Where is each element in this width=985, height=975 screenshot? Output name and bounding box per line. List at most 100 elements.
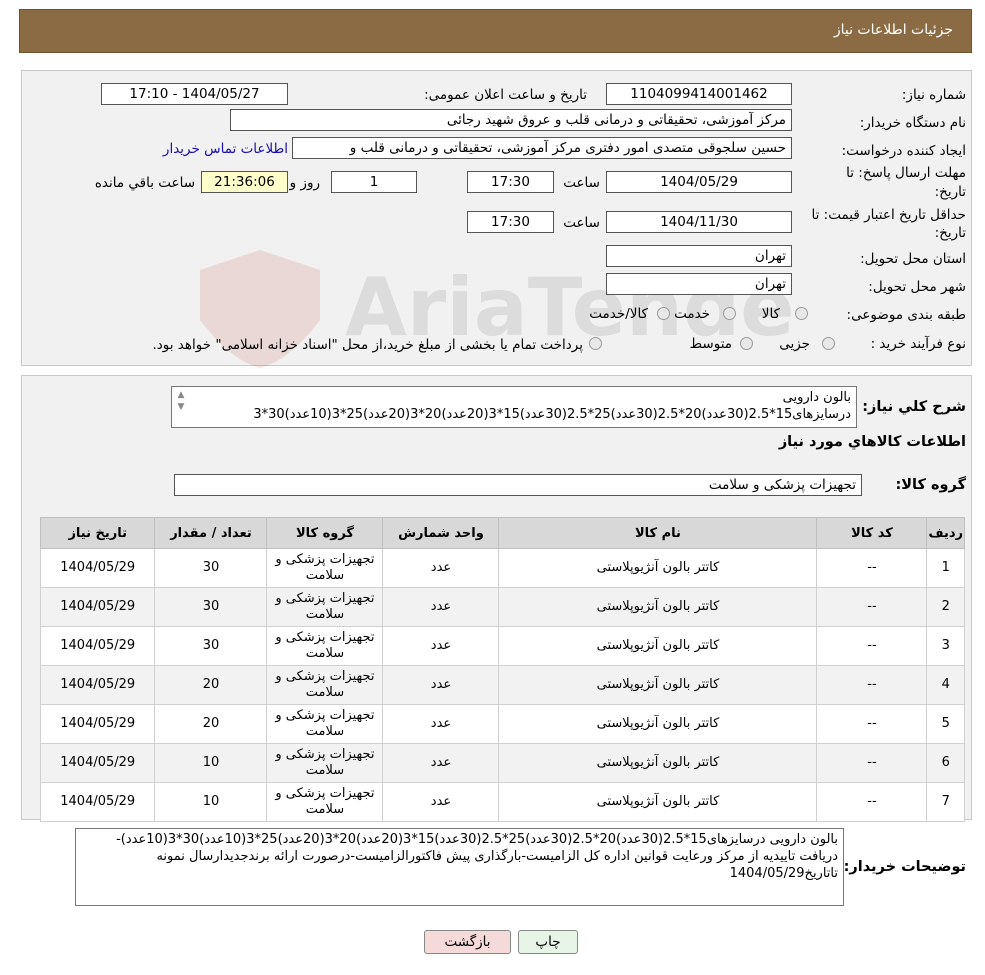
cell-group: تجهیزات پزشکی و سلامت [266, 587, 384, 627]
cell-name: کاتتر بالون آنژیوپلاستی [498, 704, 818, 744]
process-radio-treasury[interactable] [589, 337, 602, 350]
scroll-down-icon[interactable]: ▼ [175, 401, 187, 413]
need-number-field: 1104099414001462 [606, 83, 792, 105]
table-row: 3 -- کاتتر بالون آنژیوپلاستی عدد تجهیزات… [39, 626, 965, 666]
cell-unit: عدد [382, 743, 500, 783]
table-header-row: ردیف کد کالا نام کالا واحد شمارش گروه کا… [39, 517, 965, 549]
process-note: پرداخت تمام یا بخشی از مبلغ خرید،از محل … [152, 337, 583, 353]
process-label: نوع فرآیند خرید : [870, 336, 966, 352]
category-radio-goods[interactable] [795, 307, 808, 320]
category-option-goods: کالا [761, 306, 780, 322]
category-radio-service[interactable] [723, 307, 736, 320]
cell-name: کاتتر بالون آنژیوپلاستی [498, 626, 818, 666]
table-row: 1 -- کاتتر بالون آنژیوپلاستی عدد تجهیزات… [39, 548, 965, 588]
goods-group-field: تجهیزات پزشکی و سلامت [174, 474, 862, 496]
deadline-date-field: 1404/05/29 [606, 171, 792, 193]
process-option-medium: متوسط [689, 336, 732, 352]
process-option-minor: جزیی [779, 336, 810, 352]
cell-unit: عدد [382, 626, 500, 666]
buyer-notes-textarea[interactable]: بالون دارویی درسایزهای15*2.5(30عدد)20*2.… [75, 828, 844, 906]
table-row: 5 -- کاتتر بالون آنژیوپلاستی عدد تجهیزات… [39, 704, 965, 744]
cell-qty: 30 [154, 548, 268, 588]
validity-time-label: ساعت [563, 215, 600, 231]
province-field: تهران [606, 245, 792, 267]
cell-date: 1404/05/29 [39, 587, 156, 627]
cell-index: 3 [926, 626, 965, 666]
page-header: جزئیات اطلاعات نیاز [19, 9, 972, 53]
cell-index: 7 [926, 782, 965, 822]
province-label: استان محل تحویل: [860, 251, 966, 267]
city-field: تهران [606, 273, 792, 295]
cell-index: 1 [926, 548, 965, 588]
announce-label: تاریخ و ساعت اعلان عمومی: [424, 87, 587, 103]
scroll-up-icon[interactable]: ▲ [175, 389, 187, 401]
goods-section-title: اطلاعات کالاهاي مورد نياز [778, 434, 966, 450]
buyer-notes-label: توضیحات خریدار: [843, 859, 966, 875]
back-button[interactable]: بازگشت [424, 930, 511, 954]
table-row: 6 -- کاتتر بالون آنژیوپلاستی عدد تجهیزات… [39, 743, 965, 783]
city-label: شهر محل تحویل: [868, 279, 966, 295]
cell-code: -- [816, 587, 928, 627]
col-name: نام کالا [498, 517, 818, 549]
goods-table: ردیف کد کالا نام کالا واحد شمارش گروه کا… [39, 517, 965, 822]
cell-qty: 10 [154, 743, 268, 783]
cell-name: کاتتر بالون آنژیوپلاستی [498, 782, 818, 822]
cell-group: تجهیزات پزشکی و سلامت [266, 743, 384, 783]
creator-label: ایجاد کننده درخواست: [841, 143, 966, 159]
cell-code: -- [816, 704, 928, 744]
cell-unit: عدد [382, 548, 500, 588]
cell-group: تجهیزات پزشکی و سلامت [266, 665, 384, 705]
cell-group: تجهیزات پزشکی و سلامت [266, 548, 384, 588]
scroll-arrows[interactable]: ▲ ▼ [175, 389, 187, 425]
summary-line1: بالون دارویی [782, 390, 851, 405]
cell-unit: عدد [382, 665, 500, 705]
print-button[interactable]: چاپ [518, 930, 578, 954]
cell-unit: عدد [382, 704, 500, 744]
cell-code: -- [816, 743, 928, 783]
summary-line2: درسایزهای15*2.5(30عدد)20*2.5(30عدد)25*2.… [253, 407, 851, 422]
buyer-contact-link[interactable]: اطلاعات تماس خریدار [163, 141, 288, 157]
buyer-org-field: مرکز آموزشی، تحقیقاتی و درمانی قلب و عرو… [230, 109, 792, 131]
col-index: ردیف [926, 517, 965, 549]
cell-qty: 20 [154, 665, 268, 705]
cell-index: 6 [926, 743, 965, 783]
cell-unit: عدد [382, 587, 500, 627]
days-label: روز و [289, 175, 320, 191]
validity-time-field: 17:30 [467, 211, 554, 233]
process-radio-minor[interactable] [822, 337, 835, 350]
cell-code: -- [816, 548, 928, 588]
validity-label-line2: تاریخ: [934, 225, 966, 241]
cell-code: -- [816, 626, 928, 666]
cell-qty: 30 [154, 587, 268, 627]
summary-label: شرح کلي نياز: [862, 399, 966, 415]
cell-index: 4 [926, 665, 965, 705]
table-row: 2 -- کاتتر بالون آنژیوپلاستی عدد تجهیزات… [39, 587, 965, 627]
cell-date: 1404/05/29 [39, 704, 156, 744]
remaining-label: ساعت باقي مانده [94, 175, 195, 191]
cell-date: 1404/05/29 [39, 782, 156, 822]
cell-date: 1404/05/29 [39, 626, 156, 666]
category-option-service: خدمت [674, 306, 710, 322]
cell-unit: عدد [382, 782, 500, 822]
summary-textarea[interactable]: بالون دارویی درسایزهای15*2.5(30عدد)20*2.… [171, 386, 857, 428]
cell-qty: 20 [154, 704, 268, 744]
validity-label-line1: حداقل تاریخ اعتبار قیمت: تا [811, 207, 966, 223]
cell-code: -- [816, 782, 928, 822]
category-radio-goods-service[interactable] [657, 307, 670, 320]
announce-field: 1404/05/27 - 17:10 [101, 83, 288, 105]
cell-date: 1404/05/29 [39, 548, 156, 588]
cell-index: 2 [926, 587, 965, 627]
cell-qty: 30 [154, 626, 268, 666]
col-group: گروه کالا [266, 517, 384, 549]
deadline-time-label: ساعت [563, 175, 600, 191]
category-label: طبقه بندی موضوعی: [846, 307, 966, 323]
page-title: جزئیات اطلاعات نیاز [833, 22, 953, 38]
process-radio-medium[interactable] [740, 337, 753, 350]
col-qty: تعداد / مقدار [154, 517, 268, 549]
creator-field: حسین سلجوقی متصدی امور دفتری مرکز آموزشی… [292, 137, 792, 159]
cell-name: کاتتر بالون آنژیوپلاستی [498, 587, 818, 627]
remaining-time-field: 21:36:06 [201, 171, 288, 193]
cell-index: 5 [926, 704, 965, 744]
cell-group: تجهیزات پزشکی و سلامت [266, 704, 384, 744]
col-date: تاریخ نیاز [39, 517, 156, 549]
